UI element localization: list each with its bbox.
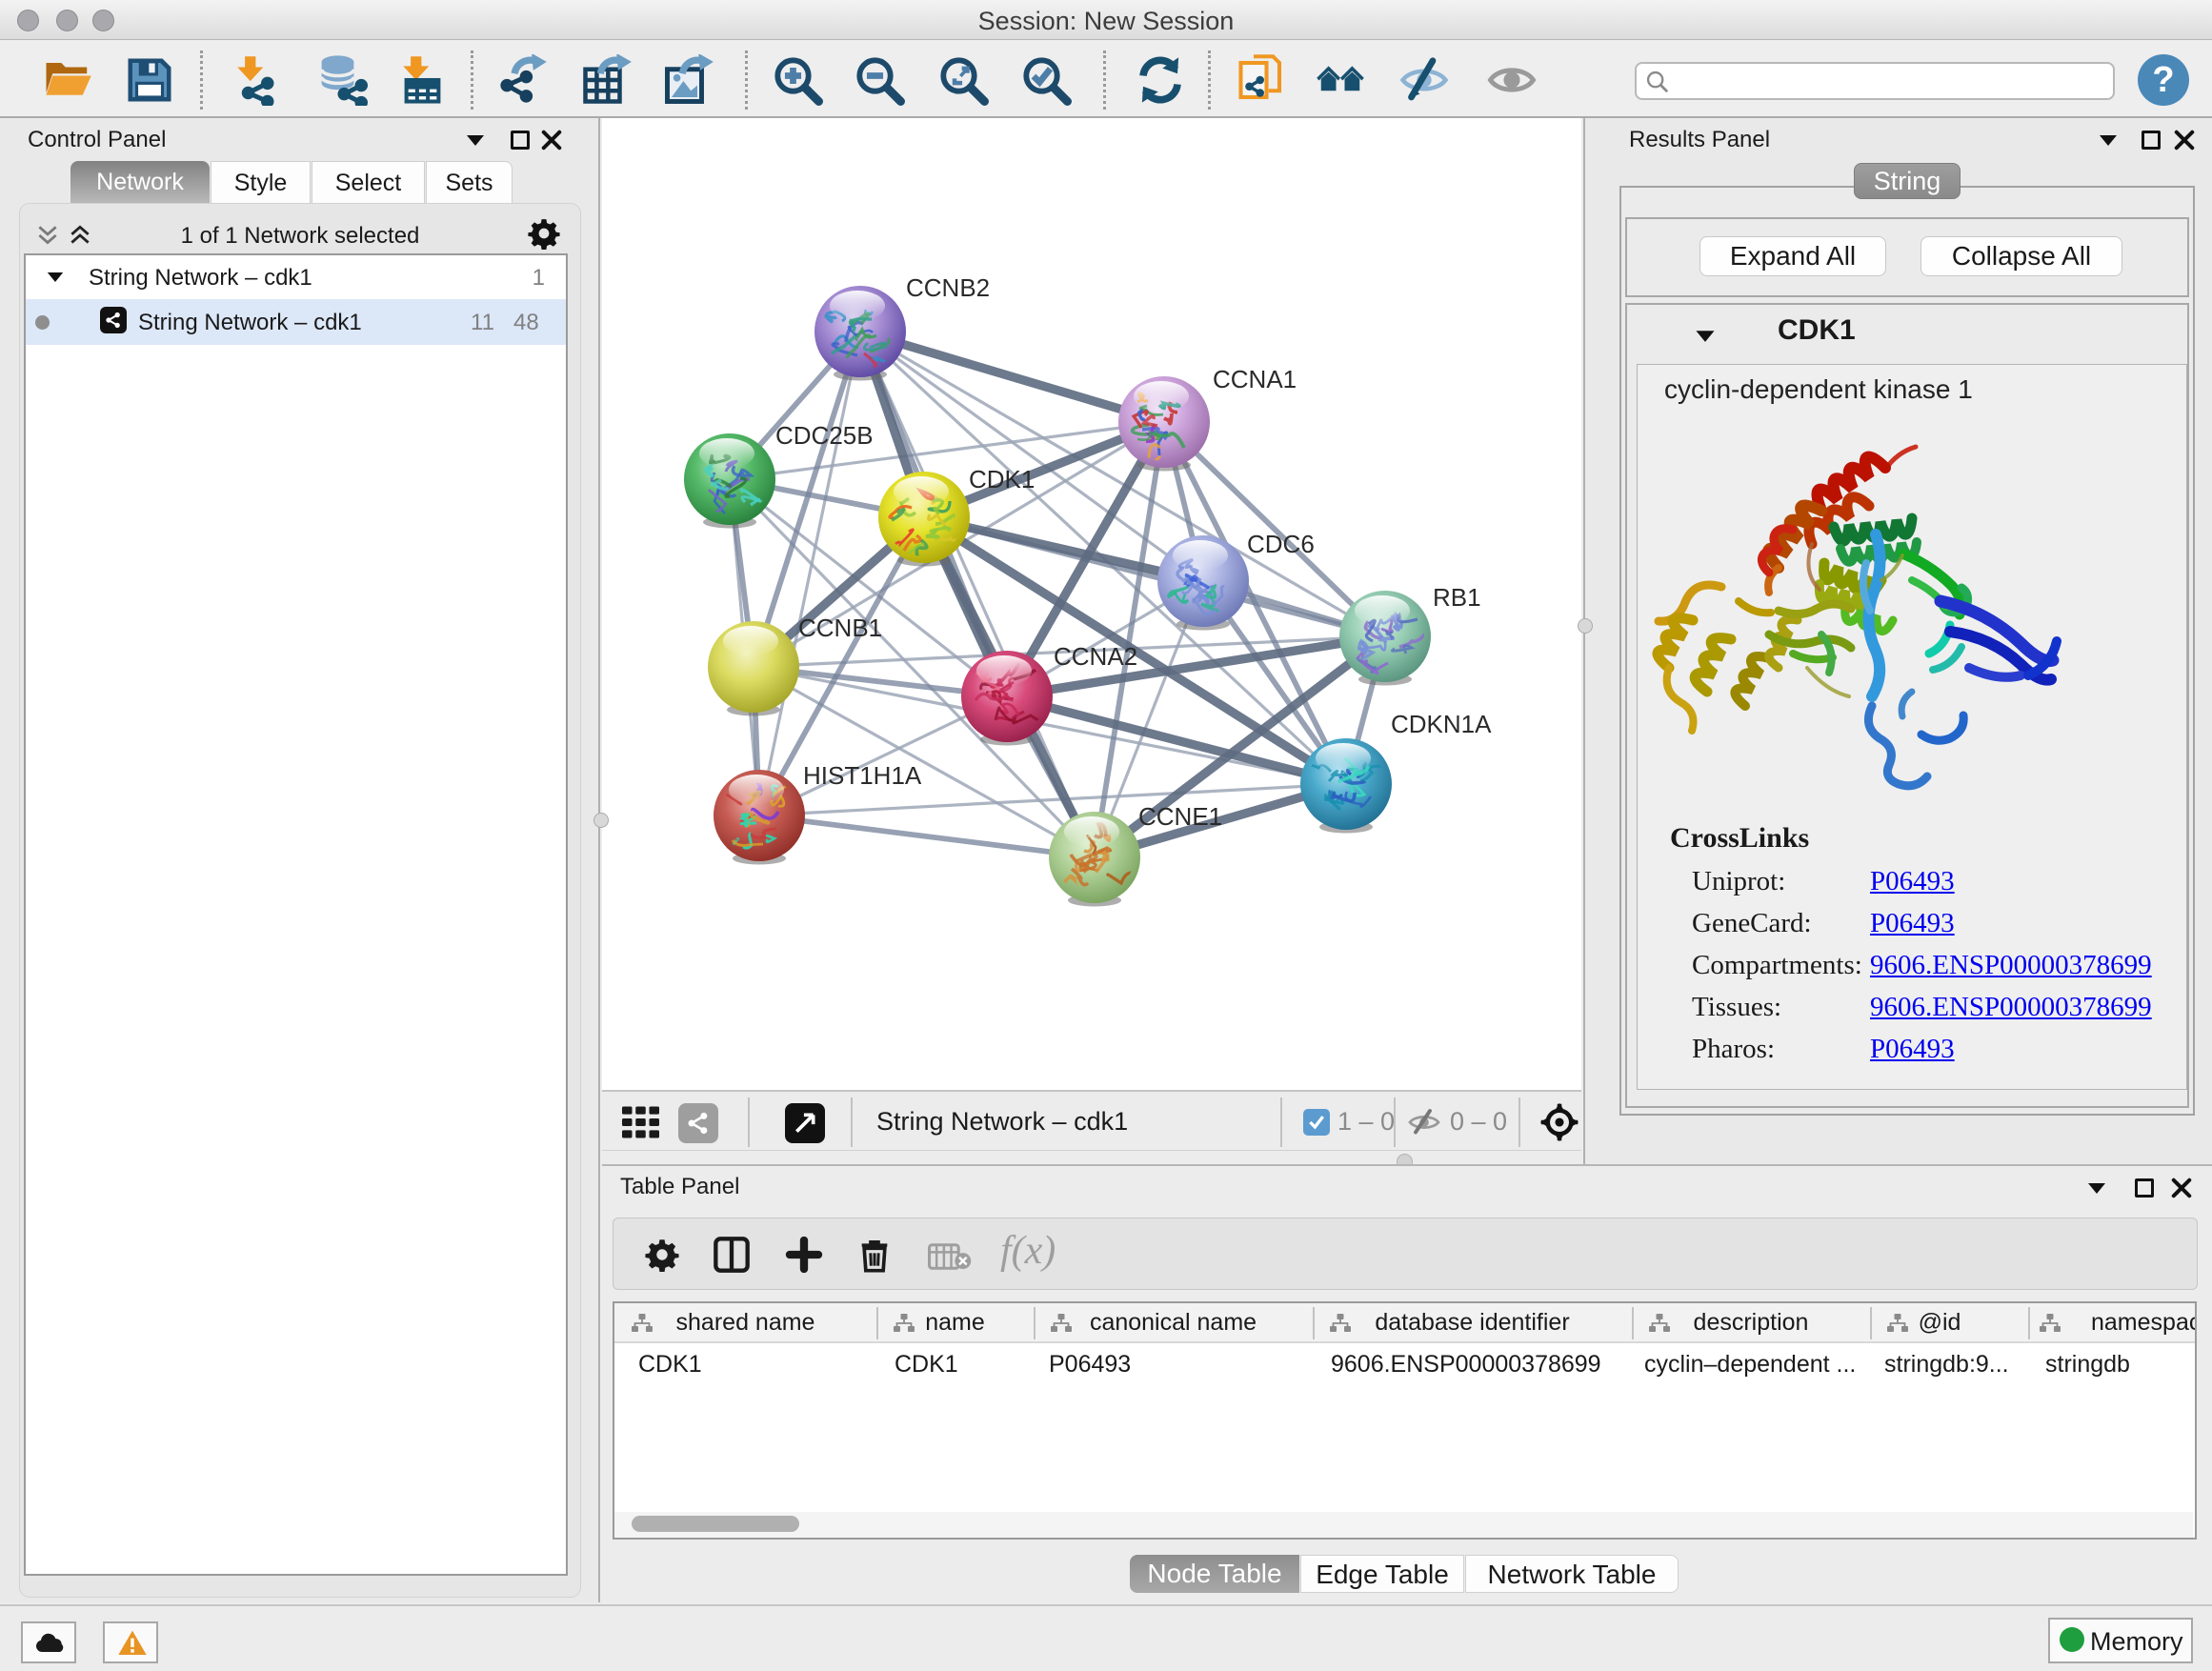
svg-text:CCNA2: CCNA2 (1054, 642, 1137, 671)
svg-text:CDKN1A: CDKN1A (1391, 710, 1492, 738)
svg-text:HIST1H1A: HIST1H1A (803, 761, 922, 790)
svg-text:CCNA1: CCNA1 (1213, 365, 1297, 393)
svg-text:CDC6: CDC6 (1247, 530, 1315, 558)
svg-text:RB1: RB1 (1433, 583, 1481, 612)
svg-text:CCNB1: CCNB1 (798, 614, 882, 642)
svg-text:CCNB2: CCNB2 (906, 273, 990, 302)
svg-text:CDK1: CDK1 (969, 465, 1035, 493)
svg-text:CCNE1: CCNE1 (1138, 802, 1222, 831)
svg-text:CDC25B: CDC25B (775, 421, 874, 450)
